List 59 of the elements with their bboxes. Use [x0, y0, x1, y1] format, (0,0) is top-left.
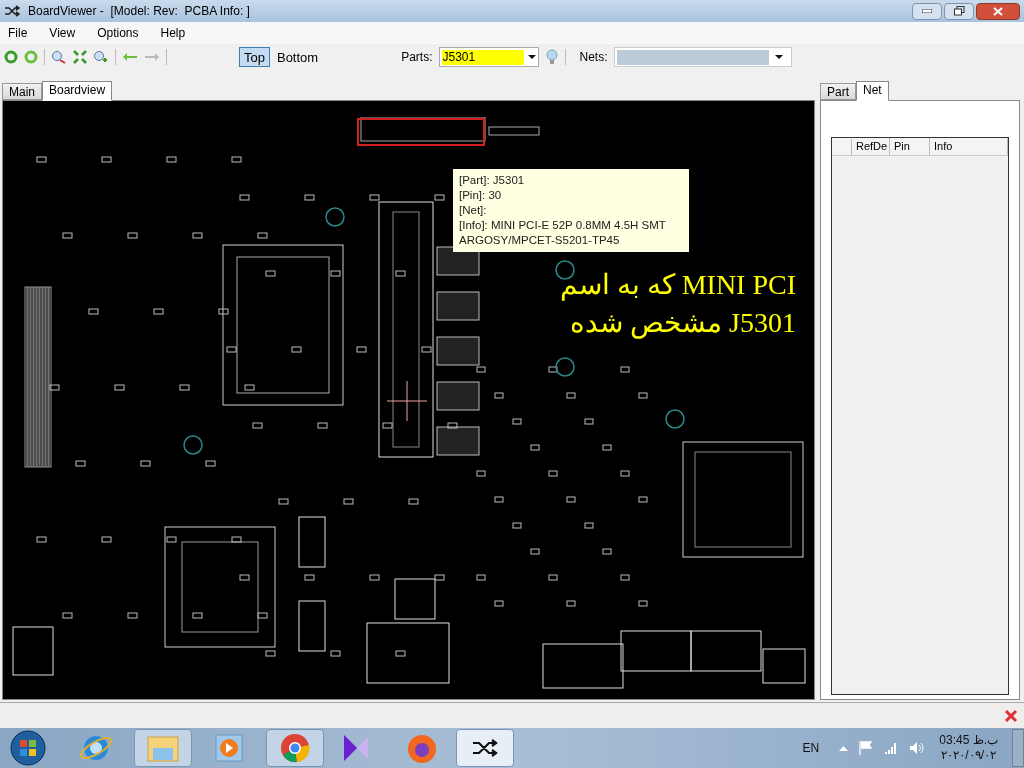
annotation-text: J5301 مشخص شده	[570, 306, 796, 341]
network-signal-icon[interactable]	[884, 742, 899, 754]
tab[interactable]: Main	[2, 83, 42, 100]
dropdown-arrow-icon	[774, 55, 783, 59]
zoom-out-icon[interactable]	[51, 50, 67, 64]
zoom-in-icon[interactable]	[93, 50, 109, 64]
restore-icon	[953, 6, 965, 16]
triangle-app-icon[interactable]	[342, 733, 370, 763]
shuffle-icon	[472, 739, 498, 757]
tab[interactable]: Part	[820, 83, 856, 100]
tooltip-line: [Net]:	[459, 203, 488, 218]
speaker-icon[interactable]	[909, 741, 926, 755]
clock[interactable]: 03:45 ب.ظ ۲۰۲۰/۰۹/۰۲	[939, 733, 998, 763]
close-icon[interactable]	[1004, 708, 1018, 723]
menu-item[interactable]: View	[49, 24, 76, 42]
dropdown-arrow-icon	[527, 55, 536, 59]
parts-dropdown[interactable]: J5301	[438, 47, 539, 67]
clock-date: ۲۰۲۰/۰۹/۰۲	[941, 748, 996, 763]
language-indicator[interactable]: EN	[802, 739, 820, 757]
view-side-button[interactable]: Top	[239, 47, 270, 67]
nets-dropdown[interactable]	[613, 47, 792, 67]
show-hidden-icons-caret[interactable]	[839, 745, 849, 751]
view-side-button[interactable]: Bottom	[271, 47, 324, 67]
column-header[interactable]: RefDe	[852, 138, 890, 155]
forward-arrow-icon[interactable]	[144, 52, 160, 62]
menu-item[interactable]: Options	[97, 24, 139, 42]
nets-label: Nets:	[579, 49, 608, 66]
restore-button[interactable]	[944, 2, 974, 20]
lightbulb-icon[interactable]	[544, 49, 559, 65]
menu-item[interactable]: File	[8, 24, 28, 42]
tooltip-line: ARGOSY/MPCET-S5201-TP45	[459, 233, 621, 248]
window-title: BoardViewer - [Model: Rev: PCBA Info: ]	[28, 3, 250, 20]
tooltip-line: [Pin]: 30	[459, 188, 503, 203]
close-button[interactable]	[976, 2, 1020, 20]
tooltip-line: [Info]: MINI PCI-E 52P 0.8MM 4.5H SMT	[459, 218, 667, 233]
minimize-icon	[922, 9, 932, 13]
taskbar-item[interactable]	[456, 729, 514, 767]
parts-value: J5301	[441, 49, 524, 65]
show-desktop-button[interactable]	[1012, 729, 1024, 767]
fit-view-icon[interactable]	[73, 50, 87, 64]
media-player-icon[interactable]	[214, 733, 244, 763]
clock-time: 03:45 ب.ظ	[939, 733, 998, 748]
start-button[interactable]	[8, 729, 48, 767]
back-arrow-icon[interactable]	[122, 52, 138, 62]
shuffle-icon	[4, 5, 20, 17]
firefox-browser-icon[interactable]	[406, 732, 438, 764]
parts-label: Parts:	[401, 49, 433, 66]
folder-icon	[147, 734, 179, 762]
tab[interactable]: Net	[856, 81, 889, 101]
annotation-text: MINI PCI که به اسم	[559, 268, 796, 303]
tab[interactable]: Boardview	[42, 81, 113, 101]
close-icon	[993, 6, 1003, 16]
column-header[interactable]: Info	[930, 138, 1008, 155]
chrome-browser-icon	[280, 733, 310, 763]
tooltip-line: [Part]: J5301	[459, 173, 526, 188]
menu-item[interactable]: Help	[160, 24, 186, 42]
flag-icon[interactable]	[859, 741, 874, 755]
column-header[interactable]: Pin	[890, 138, 930, 155]
crosshair-cursor	[387, 381, 427, 421]
